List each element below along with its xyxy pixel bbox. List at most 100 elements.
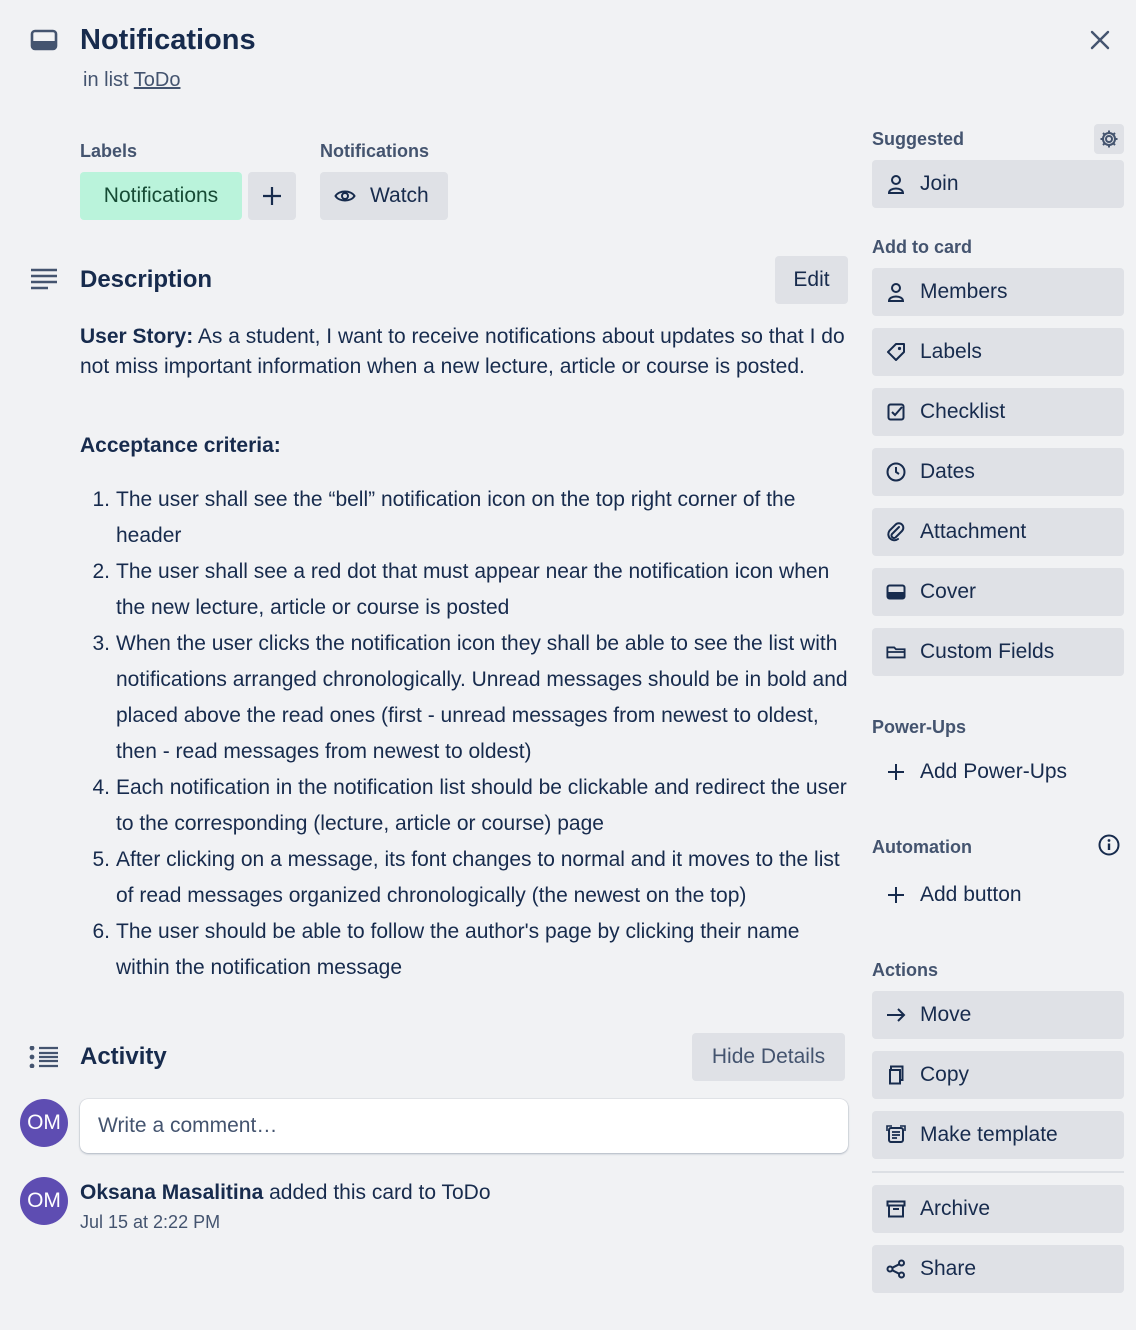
- copy-label: Copy: [920, 1063, 970, 1086]
- info-icon: [1098, 834, 1120, 856]
- add-to-card-heading: Add to card: [872, 237, 973, 257]
- list-item: 4. Each notification in the notification …: [80, 770, 850, 842]
- make-template-button[interactable]: Make template: [872, 1111, 1124, 1159]
- actions-heading: Actions: [872, 960, 939, 980]
- archive-icon: [886, 1199, 906, 1219]
- add-power-ups-button[interactable]: Add Power-Ups: [872, 748, 1124, 796]
- list-item: 3. When the user clicks the notification …: [80, 626, 850, 770]
- copy-button[interactable]: Copy: [872, 1051, 1124, 1099]
- clock-icon: [886, 462, 906, 482]
- item-number: 6.: [92, 920, 110, 943]
- eye-icon: [334, 190, 356, 202]
- activity-title: Activity: [80, 1043, 167, 1070]
- item-number: 2.: [92, 560, 110, 583]
- item-text: The user shall see a red dot that must a…: [116, 560, 830, 619]
- power-ups-heading: Power-Ups: [872, 717, 967, 737]
- in-list-prefix: in list: [83, 69, 129, 91]
- close-button[interactable]: [1084, 24, 1116, 56]
- item-number: 1.: [92, 488, 110, 511]
- item-number: 5.: [92, 848, 110, 871]
- template-icon: [886, 1125, 906, 1145]
- share-label: Share: [920, 1257, 977, 1280]
- automation-info-button[interactable]: [1096, 832, 1122, 858]
- plus-icon: [886, 762, 906, 782]
- card-icon: [30, 28, 58, 52]
- gear-icon: [1100, 130, 1118, 148]
- item-text: After clicking on a message, its font ch…: [116, 848, 840, 907]
- list-item: 2. The user shall see a red dot that must…: [80, 554, 850, 626]
- labels-button[interactable]: Labels: [872, 328, 1124, 376]
- cover-icon: [886, 582, 906, 602]
- move-button[interactable]: Move: [872, 991, 1124, 1039]
- move-label: Move: [920, 1003, 972, 1026]
- archive-label: Archive: [920, 1197, 991, 1220]
- description-title: Description: [80, 266, 213, 293]
- item-number: 4.: [92, 776, 110, 799]
- avatar[interactable]: OM: [20, 1099, 68, 1147]
- actions-divider: [872, 1171, 1124, 1173]
- criteria-list: 1. The user shall see the “bell” notifica…: [80, 482, 850, 986]
- share-button[interactable]: Share: [872, 1245, 1124, 1293]
- edit-description-button[interactable]: Edit: [775, 256, 848, 304]
- comment-input[interactable]: Write a comment…: [80, 1099, 848, 1153]
- activity-action: added this card to ToDo: [269, 1181, 491, 1204]
- list-breadcrumb: in list ToDo: [83, 66, 180, 94]
- cover-button[interactable]: Cover: [872, 568, 1124, 616]
- attachment-button[interactable]: Attachment: [872, 508, 1124, 556]
- criteria-heading: Acceptance criteria:: [80, 434, 281, 457]
- checklist-button[interactable]: Checklist: [872, 388, 1124, 436]
- automation-heading: Automation: [872, 837, 972, 857]
- plus-icon: [263, 187, 281, 205]
- paperclip-icon: [886, 522, 906, 542]
- story-label: User Story:: [80, 325, 194, 348]
- close-icon: [1090, 30, 1110, 50]
- arrow-right-icon: [886, 1005, 906, 1025]
- custom-fields-label: Custom Fields: [920, 640, 1055, 663]
- archive-button[interactable]: Archive: [872, 1185, 1124, 1233]
- item-text: Each notification in the notification li…: [116, 776, 847, 835]
- list-link[interactable]: ToDo: [134, 69, 181, 91]
- add-automation-button[interactable]: Add button: [872, 871, 1124, 919]
- cover-label: Cover: [920, 580, 977, 603]
- share-icon: [886, 1259, 906, 1279]
- add-power-ups-label: Add Power-Ups: [920, 760, 1068, 783]
- item-number: 3.: [92, 632, 110, 655]
- members-label: Members: [920, 280, 1008, 303]
- notifications-heading: Notifications: [320, 141, 430, 161]
- custom-fields-icon: [886, 642, 906, 662]
- checklist-label: Checklist: [920, 400, 1006, 423]
- dates-button[interactable]: Dates: [872, 448, 1124, 496]
- custom-fields-button[interactable]: Custom Fields: [872, 628, 1124, 676]
- item-text: The user shall see the “bell” notificati…: [116, 488, 796, 547]
- tag-icon: [886, 342, 906, 362]
- activity-icon: [29, 1046, 59, 1072]
- add-button-label: Add button: [920, 883, 1022, 906]
- suggested-settings-button[interactable]: [1094, 124, 1124, 154]
- list-item: 5. After clicking on a message, its font …: [80, 842, 850, 914]
- activity-timestamp[interactable]: Jul 15 at 2:22 PM: [80, 1209, 220, 1235]
- avatar[interactable]: OM: [20, 1177, 68, 1225]
- join-button[interactable]: Join: [872, 160, 1124, 208]
- user-story-text[interactable]: User Story: As a student, I want to rece…: [80, 322, 850, 382]
- hide-details-button[interactable]: Hide Details: [692, 1033, 845, 1081]
- list-item: 6. The user should be able to follow the …: [80, 914, 850, 986]
- labels-label: Labels: [920, 340, 982, 363]
- watch-label: Watch: [370, 184, 429, 207]
- description-icon: [30, 268, 60, 294]
- watch-button[interactable]: Watch: [320, 172, 448, 220]
- activity-user[interactable]: Oksana Masalitina: [80, 1181, 263, 1204]
- copy-icon: [886, 1065, 906, 1085]
- dates-label: Dates: [920, 460, 975, 483]
- list-item: 1. The user shall see the “bell” notifica…: [80, 482, 850, 554]
- members-button[interactable]: Members: [872, 268, 1124, 316]
- item-text: When the user clicks the notification ic…: [116, 632, 848, 763]
- label-chip[interactable]: Notifications: [80, 172, 242, 220]
- story-text: As a student, I want to receive notifica…: [80, 325, 845, 378]
- suggested-heading: Suggested: [872, 129, 965, 149]
- plus-icon: [886, 885, 906, 905]
- attachment-label: Attachment: [920, 520, 1027, 543]
- card-title[interactable]: Notifications: [80, 22, 256, 58]
- add-label-button[interactable]: [248, 172, 296, 220]
- join-label: Join: [920, 172, 959, 195]
- item-text: The user should be able to follow the au…: [116, 920, 800, 979]
